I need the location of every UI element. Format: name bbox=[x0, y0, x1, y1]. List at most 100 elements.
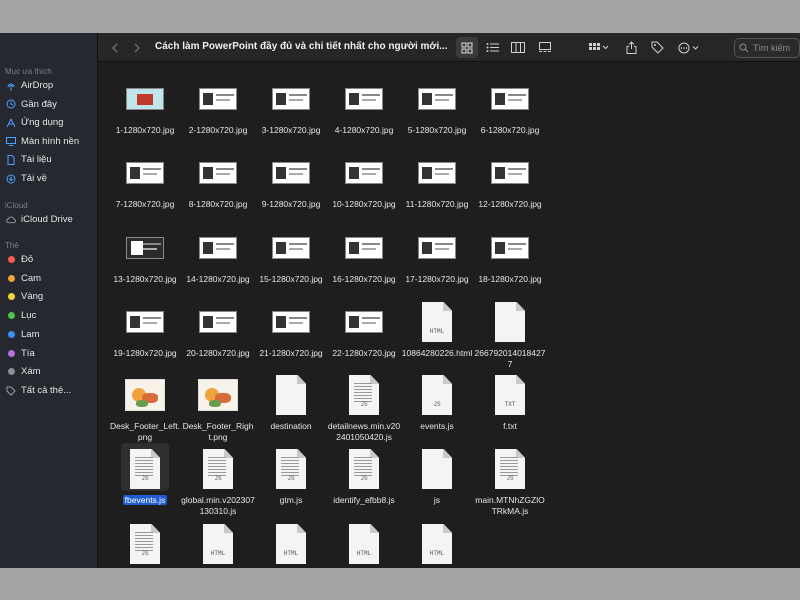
sidebar-item-favorite[interactable]: Gần đây bbox=[6, 96, 57, 113]
favorites-header: Mục ưa thích bbox=[5, 67, 52, 76]
document-icon: JS bbox=[108, 520, 182, 568]
sidebar-item-favorite[interactable]: Ứng dụng bbox=[6, 114, 63, 131]
sidebar-item-label: Lam bbox=[21, 328, 40, 340]
share-button[interactable] bbox=[622, 37, 640, 58]
gallery-view-button[interactable] bbox=[534, 37, 556, 58]
outer-background-top bbox=[0, 0, 800, 33]
sidebar-item-label: Tất cả thẻ... bbox=[21, 385, 72, 396]
sidebar-item-favorite[interactable]: AirDrop bbox=[6, 77, 53, 94]
file-name: destination bbox=[254, 421, 328, 432]
sidebar-item-favorite[interactable]: Tài liệu bbox=[6, 151, 52, 168]
sidebar-item-tag[interactable]: Lam bbox=[6, 326, 39, 343]
file-name: 4-1280x720.jpg bbox=[327, 125, 401, 136]
document-icon bbox=[6, 154, 16, 165]
image-thumbnail bbox=[254, 298, 328, 346]
file-name-text: 10864280226.html bbox=[401, 348, 473, 358]
file-name-text: identify_efbb8.js bbox=[333, 495, 395, 505]
file-name-text: 22-1280x720.jpg bbox=[332, 348, 396, 358]
file-name: 20-1280x720.jpg bbox=[181, 348, 255, 359]
more-actions-button[interactable] bbox=[676, 37, 704, 58]
file-name-text: 9-1280x720.jpg bbox=[261, 199, 321, 209]
column-view-button[interactable] bbox=[507, 37, 529, 58]
sidebar-item-tag[interactable]: Vàng bbox=[6, 288, 43, 305]
file-name: Desk_Footer_Right.png bbox=[181, 421, 255, 443]
file-name: 6-1280x720.jpg bbox=[473, 125, 547, 136]
columns-icon bbox=[511, 42, 525, 53]
file-name-text: f.txt bbox=[503, 421, 517, 431]
cloud-icon bbox=[6, 215, 16, 225]
file-name: 10-1280x720.jpg bbox=[327, 199, 401, 210]
file-name: events.js bbox=[400, 421, 474, 432]
window-title: Cách làm PowerPoint đầy đủ và chi tiết n… bbox=[155, 41, 448, 52]
ellipsis-circle-icon bbox=[678, 42, 699, 53]
file-name: 21-1280x720.jpg bbox=[254, 348, 328, 359]
toolbar: Cách làm PowerPoint đầy đủ và chi tiết n… bbox=[98, 33, 800, 62]
sidebar-item-favorite[interactable]: Tải về bbox=[6, 170, 47, 187]
sidebar-item-label: Tải về bbox=[21, 173, 47, 184]
file-name-text: 7-1280x720.jpg bbox=[115, 199, 175, 209]
tag-dot-icon bbox=[6, 329, 16, 339]
file-name: global.min.v202307130310.js bbox=[181, 495, 255, 517]
outer-background-bottom bbox=[0, 568, 800, 600]
grid-dots-icon bbox=[589, 42, 609, 50]
sidebar-item-tag[interactable]: Cam bbox=[6, 270, 41, 287]
file-name-text: 15-1280x720.jpg bbox=[259, 274, 323, 284]
image-thumbnail bbox=[400, 224, 474, 272]
image-thumbnail bbox=[181, 149, 255, 197]
image-thumbnail bbox=[108, 371, 182, 419]
file-name-text: fbevents.js bbox=[122, 495, 168, 505]
file-name: 7-1280x720.jpg bbox=[108, 199, 182, 210]
finder-window: Mục ưa thích iCloud Thẻ AirDrop Gần đây Ứn… bbox=[0, 0, 800, 600]
sidebar-item-tag[interactable]: Tía bbox=[6, 345, 35, 362]
sidebar-item-tag[interactable]: Xám bbox=[6, 363, 41, 380]
file-name-text: 12-1280x720.jpg bbox=[478, 199, 542, 209]
image-thumbnail bbox=[254, 224, 328, 272]
list-view-button[interactable] bbox=[481, 37, 503, 58]
file-name: 17-1280x720.jpg bbox=[400, 274, 474, 285]
sidebar-item-label: Gần đây bbox=[21, 98, 57, 110]
search-icon bbox=[739, 43, 749, 53]
file-name: 16-1280x720.jpg bbox=[327, 274, 401, 285]
sidebar-item-favorite[interactable]: Màn hình nền bbox=[6, 133, 79, 150]
image-thumbnail bbox=[108, 224, 182, 272]
file-name: Desk_Footer_Left.png bbox=[108, 421, 182, 443]
back-button[interactable] bbox=[108, 37, 122, 58]
file-name-text: Desk_Footer_Left.png bbox=[110, 421, 180, 442]
image-thumbnail bbox=[181, 75, 255, 123]
icon-view-button[interactable] bbox=[456, 37, 478, 58]
document-icon: JS bbox=[181, 445, 255, 493]
sidebar-item-label: Tài liệu bbox=[21, 154, 52, 166]
icloud-header: iCloud bbox=[5, 201, 28, 210]
file-name-text: 18-1280x720.jpg bbox=[478, 274, 542, 284]
file-name-text: detailnews.min.v202401050420.js bbox=[327, 421, 401, 442]
file-name-text: 3-1280x720.jpg bbox=[261, 125, 321, 135]
tag-button[interactable] bbox=[648, 37, 666, 58]
tag-dot-icon bbox=[6, 348, 16, 358]
file-name: 2-1280x720.jpg bbox=[181, 125, 255, 136]
search-placeholder: Tìm kiếm bbox=[753, 43, 790, 53]
image-thumbnail bbox=[327, 298, 401, 346]
document-icon: HTML bbox=[400, 298, 474, 346]
file-name: 10864280226.html bbox=[400, 348, 474, 359]
file-name: 18-1280x720.jpg bbox=[473, 274, 547, 285]
file-name: 3-1280x720.jpg bbox=[254, 125, 328, 136]
gallery-icon bbox=[539, 42, 551, 52]
file-name-text: 8-1280x720.jpg bbox=[188, 199, 248, 209]
file-name-text: global.min.v202307130310.js bbox=[181, 495, 255, 516]
file-name-text: 20-1280x720.jpg bbox=[186, 348, 250, 358]
sidebar-item-label: Vàng bbox=[21, 291, 44, 303]
image-thumbnail bbox=[473, 224, 547, 272]
group-button[interactable] bbox=[586, 37, 612, 58]
tag-dot-icon bbox=[6, 292, 16, 302]
file-name: 15-1280x720.jpg bbox=[254, 274, 328, 285]
search-field[interactable]: Tìm kiếm bbox=[734, 38, 800, 58]
file-name-text: events.js bbox=[420, 421, 454, 431]
sidebar-item-tag[interactable]: Lục bbox=[6, 307, 36, 324]
file-name: js bbox=[400, 495, 474, 506]
file-name-text: 19-1280x720.jpg bbox=[113, 348, 177, 358]
sidebar-item-tag[interactable]: Đỏ bbox=[6, 251, 33, 268]
sidebar-item-icloud-drive[interactable]: iCloud Drive bbox=[6, 211, 73, 228]
sidebar-item-all-tags[interactable]: Tất cả thẻ... bbox=[6, 382, 71, 399]
file-name: identify_efbb8.js bbox=[327, 495, 401, 506]
forward-button[interactable] bbox=[130, 37, 144, 58]
